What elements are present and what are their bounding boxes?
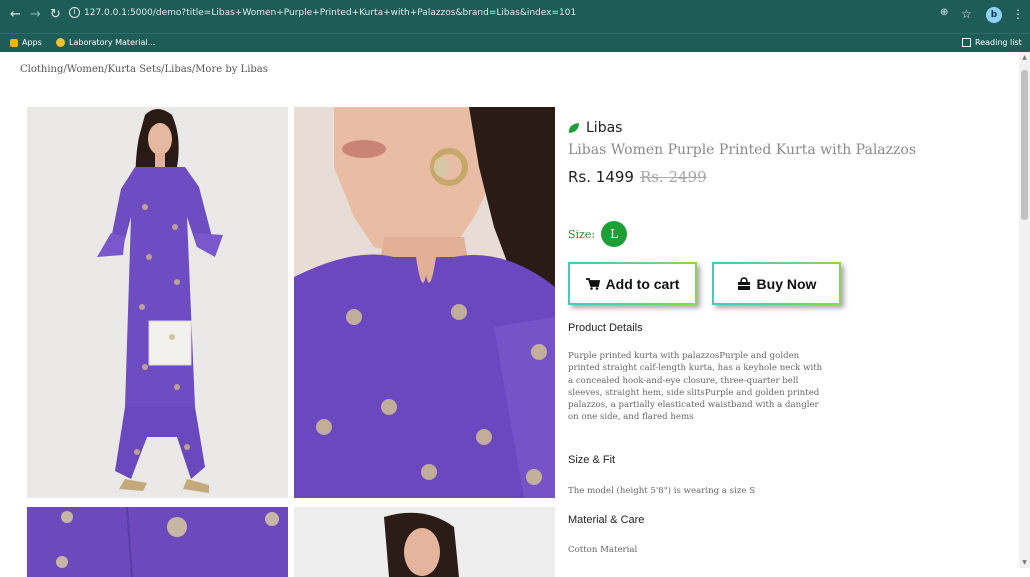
site-info-icon[interactable]: i bbox=[69, 7, 80, 18]
bookmark-star-icon[interactable]: ☆ bbox=[961, 7, 972, 21]
buy-now-button[interactable]: Buy Now bbox=[712, 262, 841, 305]
browser-toolbar: ← → ↻ i 127.0.0.1:5000/demo?title=Libas+… bbox=[0, 0, 1030, 33]
selling-price: Rs. 1499 bbox=[568, 168, 634, 186]
bookmarks-bar: Apps Laboratory Material... Reading list bbox=[0, 33, 1030, 52]
product-image-full-length[interactable] bbox=[27, 107, 288, 498]
scroll-down-icon[interactable]: ▼ bbox=[1021, 559, 1028, 566]
share-icon[interactable]: ⊕ bbox=[940, 7, 948, 18]
profile-avatar[interactable]: b bbox=[986, 7, 1002, 23]
shopping-bag-icon bbox=[736, 277, 751, 290]
model-portrait-illustration bbox=[294, 507, 555, 577]
brand-row: Libas bbox=[568, 120, 838, 136]
brand-name[interactable]: Libas bbox=[586, 120, 622, 136]
model-full-illustration bbox=[27, 107, 288, 498]
product-details-text: Purple printed kurta with palazzosPurple… bbox=[568, 351, 823, 423]
product-image-fabric[interactable] bbox=[27, 507, 288, 577]
bookmark-apps-label: Apps bbox=[22, 38, 42, 47]
size-label: Size: bbox=[568, 227, 596, 241]
fabric-detail-illustration bbox=[27, 507, 288, 577]
forward-arrow-icon[interactable]: → bbox=[30, 7, 41, 22]
scroll-up-icon[interactable]: ▲ bbox=[1021, 54, 1028, 61]
bookmark-favicon-icon bbox=[56, 38, 65, 47]
bookmark-laboratory-label: Laboratory Material... bbox=[69, 38, 156, 47]
reading-list-label: Reading list bbox=[975, 38, 1022, 47]
menu-kebab-icon[interactable]: ⋮ bbox=[1012, 7, 1024, 21]
bookmark-laboratory[interactable]: Laboratory Material... bbox=[56, 38, 155, 47]
scroll-thumb[interactable] bbox=[1021, 70, 1028, 220]
size-option-l[interactable]: L bbox=[601, 221, 628, 247]
model-closeup-illustration bbox=[294, 107, 555, 498]
size-fit-heading: Size & Fit bbox=[568, 454, 616, 466]
add-to-cart-button[interactable]: Add to cart bbox=[568, 262, 697, 305]
back-arrow-icon[interactable]: ← bbox=[10, 7, 21, 22]
buy-now-label: Buy Now bbox=[756, 275, 817, 292]
reading-list-button[interactable]: Reading list bbox=[962, 38, 1022, 47]
leaf-icon bbox=[568, 123, 579, 133]
material-care-heading: Material & Care bbox=[568, 514, 645, 526]
size-selector: Size: L bbox=[568, 221, 628, 247]
reading-list-icon bbox=[962, 38, 971, 47]
material-care-text: Cotton Material bbox=[568, 545, 638, 555]
add-to-cart-label: Add to cart bbox=[605, 275, 680, 292]
address-bar[interactable]: 127.0.0.1:5000/demo?title=Libas+Women+Pu… bbox=[84, 8, 576, 18]
reload-icon[interactable]: ↻ bbox=[50, 7, 61, 22]
bookmark-apps[interactable]: Apps bbox=[10, 38, 42, 47]
apps-grid-icon bbox=[10, 38, 18, 47]
vertical-scrollbar[interactable]: ▲ ▼ bbox=[1019, 52, 1030, 568]
product-page: Clothing/Women/Kurta Sets/Libas/More by … bbox=[0, 52, 1030, 577]
breadcrumb[interactable]: Clothing/Women/Kurta Sets/Libas/More by … bbox=[20, 64, 268, 75]
price-row: Rs. 1499 Rs. 2499 bbox=[568, 168, 838, 186]
product-info: Libas Libas Women Purple Printed Kurta w… bbox=[568, 120, 917, 186]
original-price: Rs. 2499 bbox=[639, 168, 707, 186]
cart-icon bbox=[585, 277, 600, 290]
product-details-heading: Product Details bbox=[568, 322, 643, 334]
product-image-portrait[interactable] bbox=[294, 507, 555, 577]
product-title: Libas Women Purple Printed Kurta with Pa… bbox=[568, 142, 917, 158]
size-fit-text: The model (height 5'8") is wearing a siz… bbox=[568, 486, 756, 496]
product-image-closeup[interactable] bbox=[294, 107, 555, 498]
